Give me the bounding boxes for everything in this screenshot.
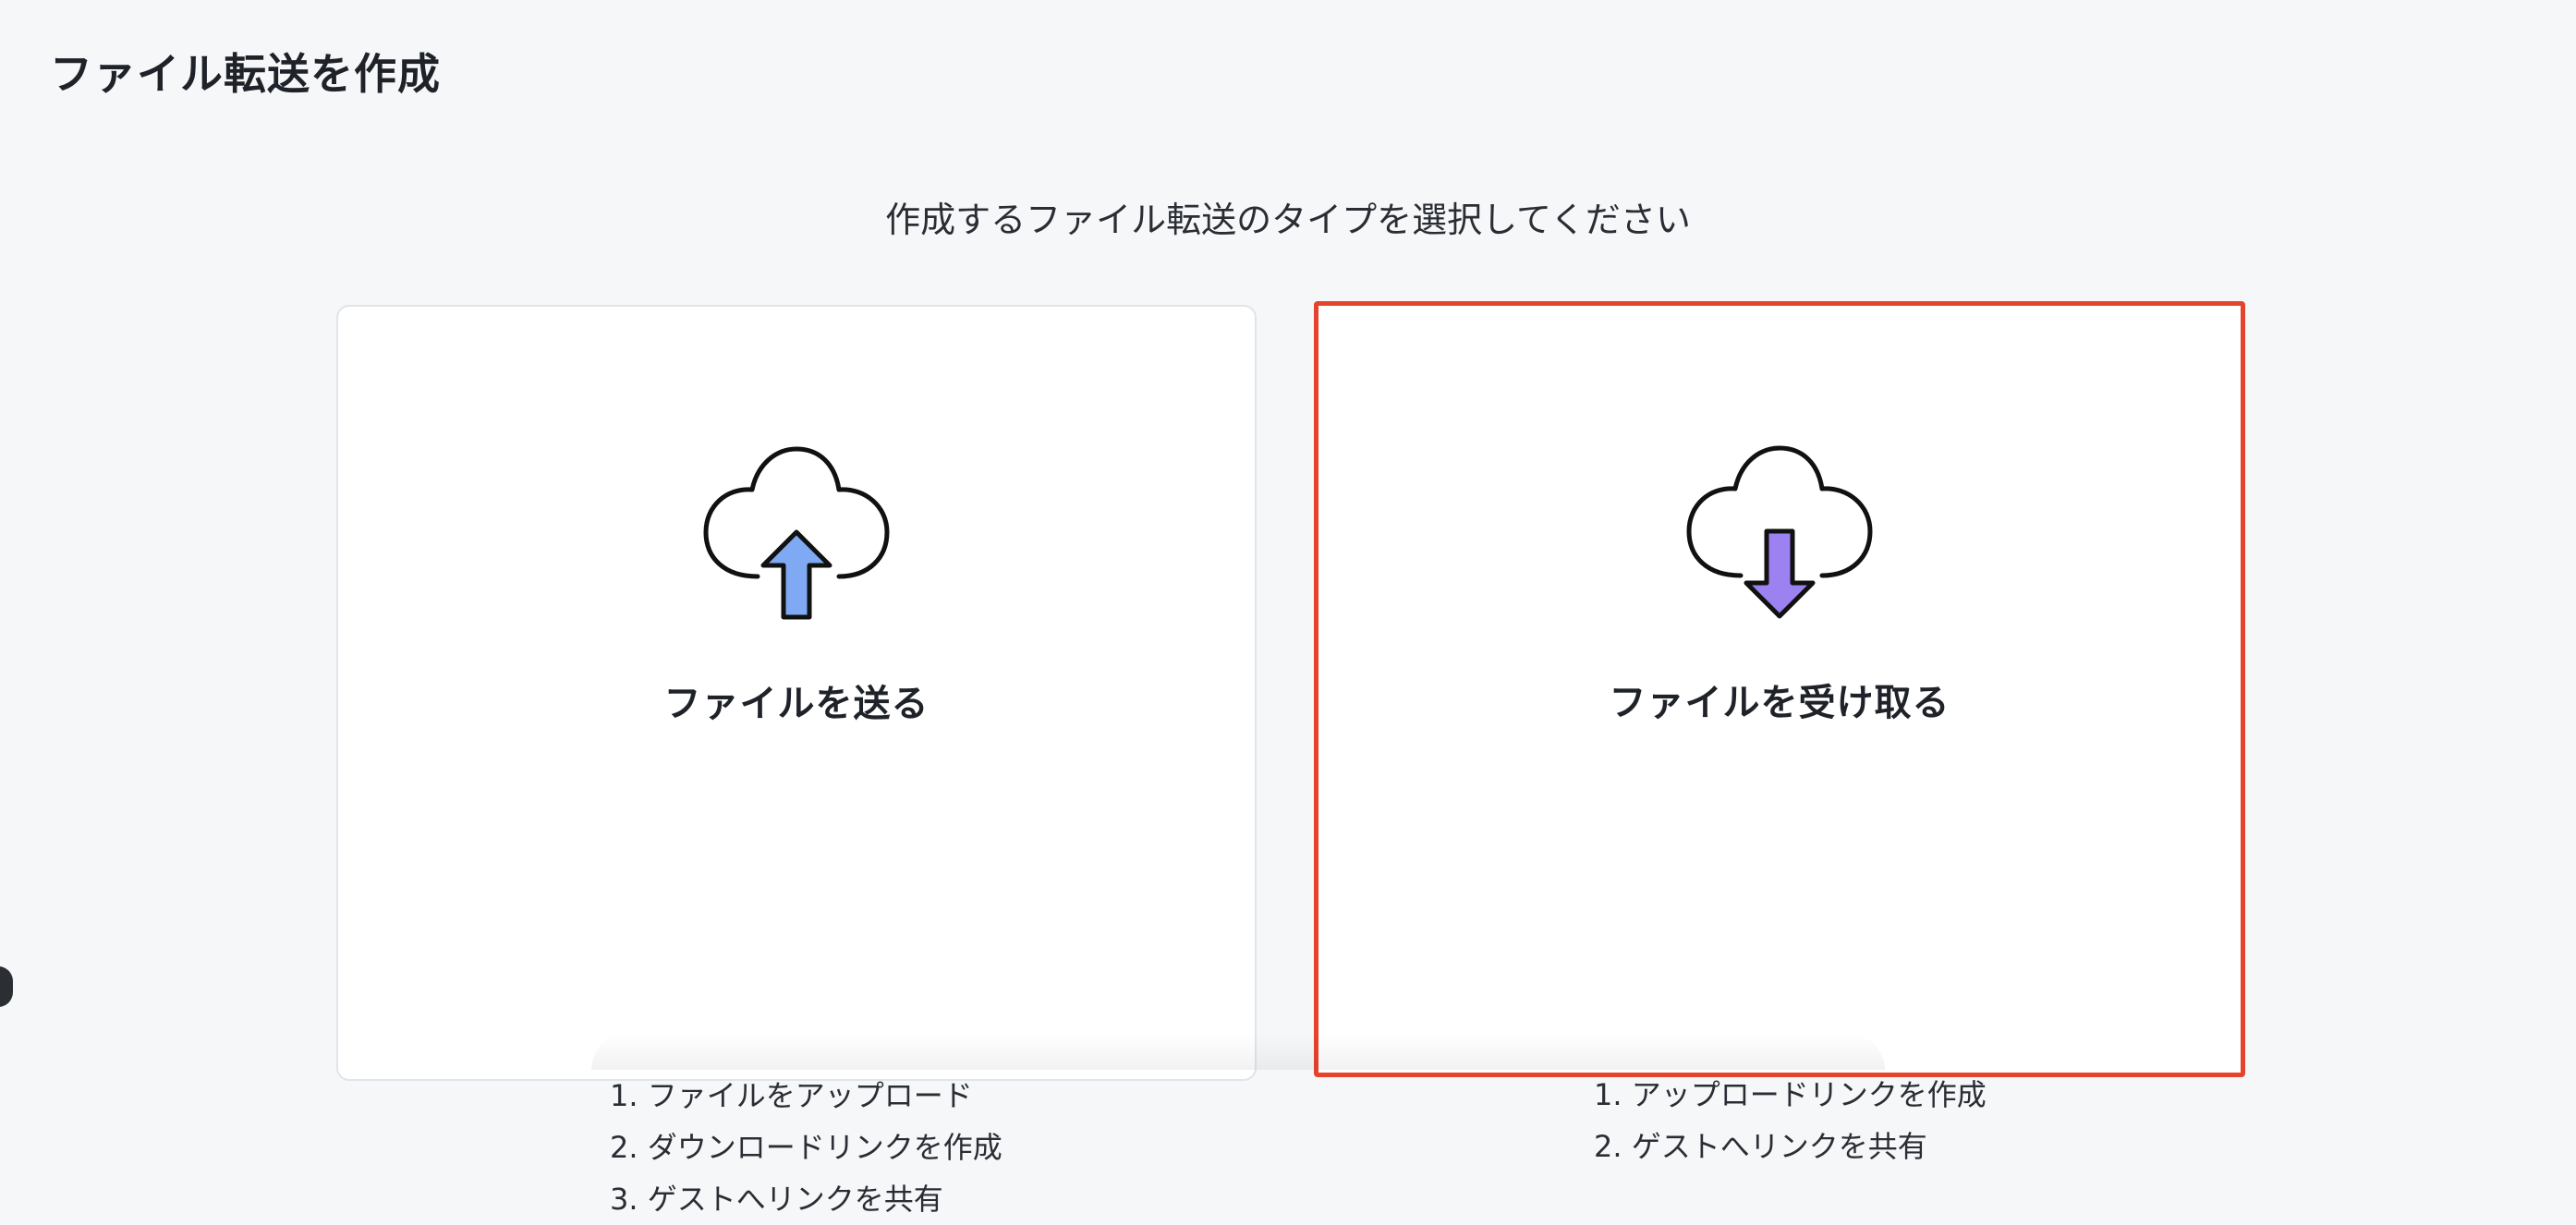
list-item: 2. ダウンロードリンクを作成 <box>610 1130 1002 1165</box>
send-files-card[interactable]: ファイルを送る 1. ファイルをアップロード 2. ダウンロードリンクを作成 3… <box>336 305 1257 1217</box>
send-files-title: ファイルを送る <box>663 683 930 725</box>
send-steps-list: 1. ファイルをアップロード 2. ダウンロードリンクを作成 3. ゲストへリン… <box>610 1070 1002 1225</box>
receive-steps-list: 1. アップロードリンクを作成 2. ゲストへリンクを共有 <box>1594 1069 1987 1172</box>
list-item: 1. ファイルをアップロード <box>610 1078 973 1113</box>
list-item: 1. アップロードリンクを作成 <box>1594 1077 1987 1112</box>
cloud-download-icon <box>1669 435 1890 620</box>
list-item: 2. ゲストへリンクを共有 <box>1594 1129 1927 1164</box>
list-item: 3. ゲストへリンクを共有 <box>610 1182 943 1217</box>
receive-files-title: ファイルを受け取る <box>1609 682 1950 724</box>
cloud-upload-icon <box>686 436 907 621</box>
page-title: ファイル転送を作成 <box>50 49 441 99</box>
side-handle[interactable] <box>0 966 13 1007</box>
transfer-type-prompt: 作成するファイル転送のタイプを選択してください <box>885 200 1691 240</box>
bottom-shadow <box>591 1033 1885 1070</box>
receive-files-card[interactable]: ファイルを受け取る 1. アップロードリンクを作成 2. ゲストへリンクを共有 <box>1314 301 2245 1164</box>
